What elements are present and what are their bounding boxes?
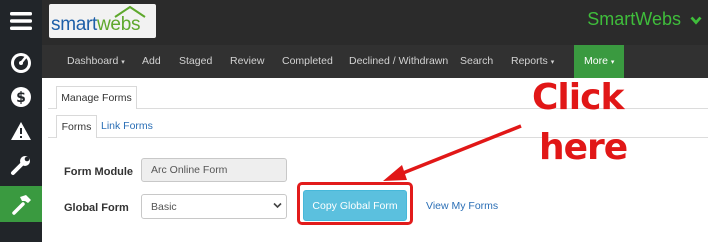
annotation-click-text: Click	[532, 77, 624, 118]
annotation-arrow	[383, 124, 522, 181]
annotation-here-text: here	[539, 127, 628, 168]
